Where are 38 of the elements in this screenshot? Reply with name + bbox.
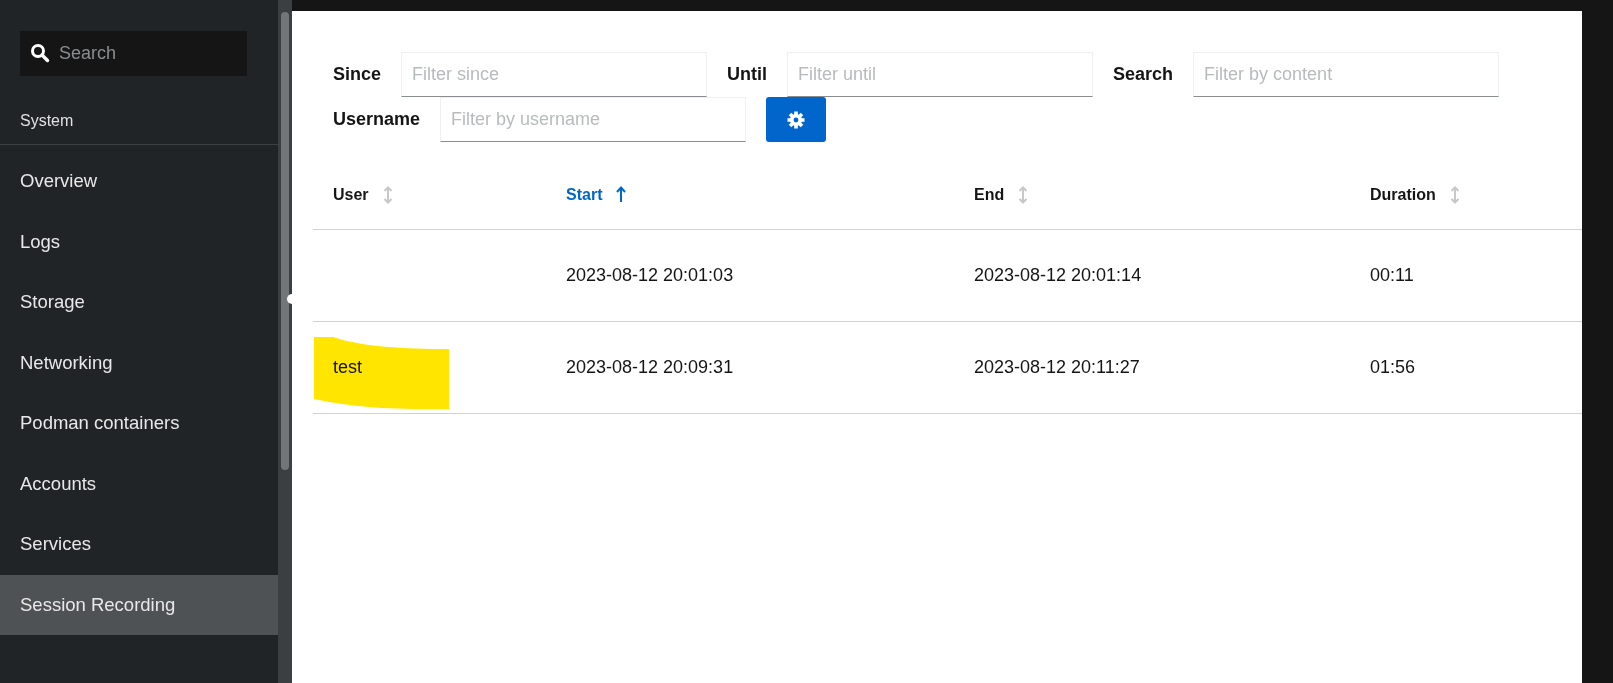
nav-item[interactable]: Podman containers [0,393,278,454]
table-cell: 2023-08-12 20:01:03 [566,265,734,286]
nav-item[interactable]: Accounts [0,453,278,514]
sort-icon[interactable] [382,185,393,204]
filter-field[interactable]: Filter by username [440,97,747,142]
filter-field[interactable]: Filter until [787,52,1094,97]
table-cell: 00:11 [1370,265,1414,286]
table-cell: test [333,357,362,378]
table-cell: 2023-08-12 20:09:31 [566,357,734,378]
column-header[interactable]: User [333,185,369,204]
nav-item[interactable]: Overview [0,151,278,212]
nav-item[interactable]: Session Recording [0,574,278,635]
filter-field[interactable]: Filter since [401,52,708,97]
gear-icon [787,110,806,129]
scrollbar-thumb[interactable] [281,12,289,470]
search-icon [30,43,50,63]
section-heading: System [20,112,74,130]
column-header[interactable]: Duration [1370,185,1436,204]
filter-field[interactable]: Filter by content [1193,52,1500,97]
table-cell: 2023-08-12 20:01:14 [974,265,1142,286]
filter-label: Since [333,64,382,85]
filter-label: Username [333,109,421,130]
nav-item[interactable]: Services [0,514,278,575]
filter-label: Search [1113,64,1174,85]
table-cell: 2023-08-12 20:11:27 [974,357,1140,378]
nav-item[interactable]: Storage [0,272,278,333]
search-field[interactable]: Search [20,31,247,76]
sort-ascending-icon[interactable] [616,186,627,203]
sort-icon[interactable] [1449,185,1460,204]
scrollbar-track[interactable] [278,0,292,683]
table-cell: 01:56 [1370,357,1416,378]
column-header[interactable]: End [974,185,1005,204]
settings-button[interactable] [766,97,827,142]
filter-label: Until [727,64,768,85]
column-header[interactable]: Start [566,185,603,204]
nav-item[interactable]: Networking [0,332,278,393]
nav-item[interactable]: Logs [0,211,278,272]
sort-icon[interactable] [1018,185,1029,204]
